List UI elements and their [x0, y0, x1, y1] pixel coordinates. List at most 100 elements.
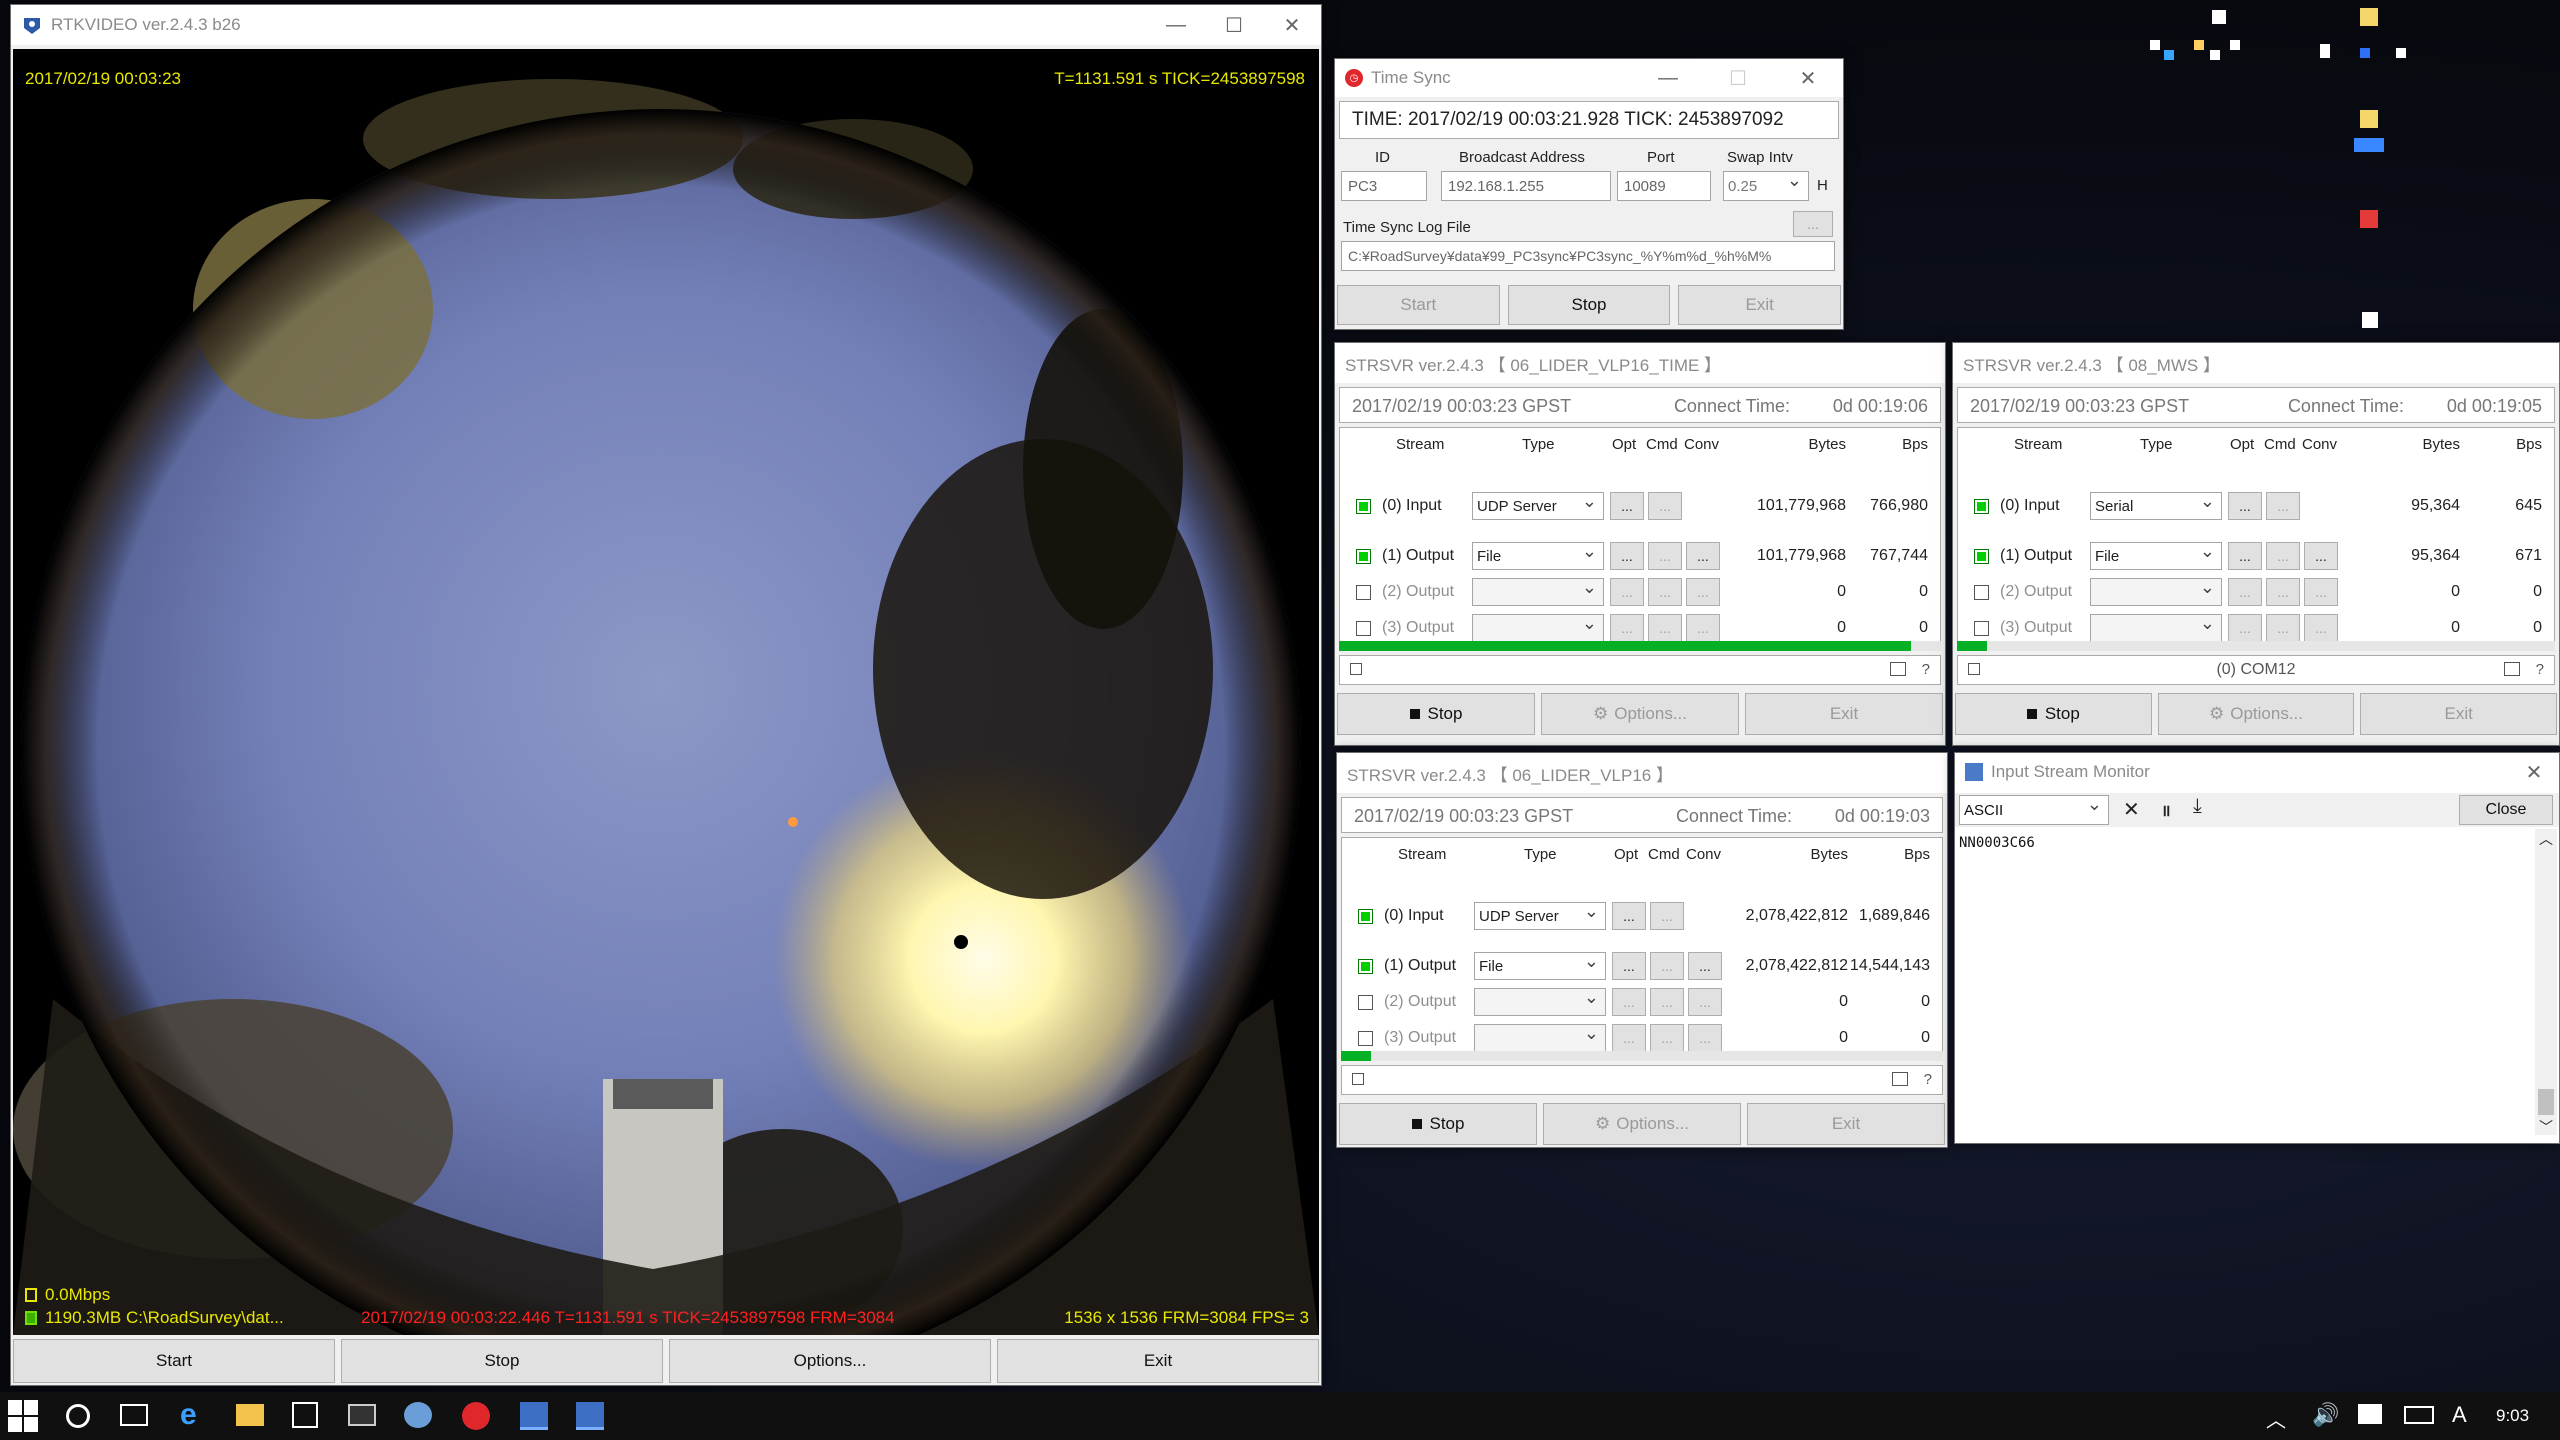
desktop-icon-5[interactable]: [2362, 312, 2378, 328]
minimize-button[interactable]: —: [1147, 5, 1205, 45]
timesync-start-button[interactable]: Start: [1337, 285, 1500, 325]
cmd-button[interactable]: ...: [1648, 492, 1682, 520]
conv-button[interactable]: ...: [2304, 578, 2338, 606]
conv-button[interactable]: ...: [1686, 578, 1720, 606]
close-button[interactable]: ✕: [1773, 59, 1843, 97]
conv-button[interactable]: ...: [2304, 614, 2338, 642]
opt-button[interactable]: ...: [2228, 542, 2262, 570]
timesync-port-field[interactable]: 10089: [1617, 171, 1711, 201]
timesync-id-field[interactable]: PC3: [1341, 171, 1427, 201]
opt-button[interactable]: ...: [1610, 492, 1644, 520]
opt-button[interactable]: ...: [1610, 614, 1644, 642]
strsvr-stop-button[interactable]: Stop: [1337, 693, 1535, 735]
conv-button[interactable]: ...: [1686, 614, 1720, 642]
stream-type-select[interactable]: [1474, 987, 1606, 1016]
stream-type-select[interactable]: [1474, 1023, 1606, 1052]
stream-enable-checkbox[interactable]: [1358, 909, 1373, 924]
minimize-button[interactable]: —: [1633, 59, 1703, 97]
opt-button[interactable]: ...: [1612, 902, 1646, 930]
stream-type-select[interactable]: File: [1472, 541, 1604, 570]
pause-icon[interactable]: ॥: [2161, 799, 2171, 821]
trace-checkbox[interactable]: [1350, 663, 1362, 675]
edge-icon[interactable]: e: [180, 1398, 197, 1432]
terminal-icon[interactable]: [348, 1404, 376, 1426]
strsvr-exit-button[interactable]: Exit: [1747, 1103, 1945, 1145]
stream-enable-checkbox[interactable]: [1974, 585, 1989, 600]
cmd-button[interactable]: ...: [1648, 542, 1682, 570]
exit-button[interactable]: Exit: [997, 1339, 1319, 1383]
strsvr-exit-button[interactable]: Exit: [1745, 693, 1943, 735]
task-view-icon[interactable]: [120, 1404, 148, 1426]
cmd-button[interactable]: ...: [2266, 492, 2300, 520]
stream-enable-checkbox[interactable]: [1356, 585, 1371, 600]
strsvr-titlebar[interactable]: STRSVR ver.2.4.3 【 08_MWS 】: [1953, 343, 2559, 383]
close-button[interactable]: ✕: [2509, 753, 2559, 791]
timesync-titlebar[interactable]: ◷ Time Sync — ☐ ✕: [1335, 59, 1843, 97]
timesync-broadcast-field[interactable]: 192.168.1.255: [1441, 171, 1611, 201]
cmd-button[interactable]: ...: [2266, 578, 2300, 606]
conv-button[interactable]: ...: [1688, 1024, 1722, 1052]
stream-enable-checkbox[interactable]: [1358, 959, 1373, 974]
strsvr-stop-button[interactable]: Stop: [1955, 693, 2152, 735]
strsvr-options-button[interactable]: ⚙ Options...: [2157, 693, 2355, 735]
stream-type-select[interactable]: File: [2090, 541, 2222, 570]
stream-type-select[interactable]: UDP Server: [1472, 491, 1604, 520]
strsvr-options-button[interactable]: ⚙ Options...: [1541, 693, 1739, 735]
cortana-icon[interactable]: [66, 1404, 90, 1428]
stream-type-select[interactable]: [1472, 577, 1604, 606]
cmd-button[interactable]: ...: [1650, 902, 1684, 930]
conv-button[interactable]: ...: [1688, 988, 1722, 1016]
desktop-icon-3[interactable]: [2354, 110, 2400, 160]
tray-chevron-icon[interactable]: ︿: [2266, 1404, 2286, 1433]
stream-enable-checkbox[interactable]: [1358, 1031, 1373, 1046]
opt-button[interactable]: ...: [1610, 542, 1644, 570]
opt-button[interactable]: ...: [2228, 614, 2262, 642]
scroll-thumb[interactable]: [2538, 1089, 2554, 1115]
cmd-button[interactable]: ...: [1648, 614, 1682, 642]
keyboard-icon[interactable]: [2404, 1406, 2434, 1424]
monitor-scrollbar[interactable]: ︿ ﹀: [2535, 829, 2557, 1135]
clock[interactable]: 9:03: [2496, 1406, 2529, 1426]
help-icon[interactable]: ?: [2536, 661, 2544, 678]
opt-button[interactable]: ...: [1612, 952, 1646, 980]
stream-type-select[interactable]: Serial: [2090, 491, 2222, 520]
cmd-button[interactable]: ...: [1650, 952, 1684, 980]
timesync-exit-button[interactable]: Exit: [1678, 285, 1842, 325]
conv-button[interactable]: ...: [2304, 542, 2338, 570]
stream-enable-checkbox[interactable]: [1356, 621, 1371, 636]
rtkvideo-titlebar[interactable]: RTKVIDEO ver.2.4.3 b26 — ☐ ✕: [11, 5, 1321, 45]
window-icon[interactable]: [1892, 1072, 1908, 1086]
strsvr-stop-button[interactable]: Stop: [1339, 1103, 1537, 1145]
start-button[interactable]: Start: [13, 1339, 335, 1383]
strsvr-titlebar[interactable]: STRSVR ver.2.4.3 【 06_LIDER_VLP16 】: [1337, 753, 1947, 793]
stream-type-select[interactable]: [2090, 577, 2222, 606]
scroll-up-icon[interactable]: ︿: [2539, 829, 2553, 849]
window-icon[interactable]: [2504, 662, 2520, 676]
close-button[interactable]: ✕: [1263, 5, 1321, 45]
store-icon[interactable]: [292, 1402, 318, 1428]
monitor-close-button[interactable]: Close: [2459, 795, 2553, 825]
options-button[interactable]: Options...: [669, 1339, 991, 1383]
monitor-titlebar[interactable]: Input Stream Monitor ✕: [1955, 753, 2559, 791]
timesync-swap-select[interactable]: 0.25: [1723, 170, 1809, 201]
desktop-icon-cluster[interactable]: [2150, 10, 2270, 80]
timesync-log-field[interactable]: C:¥RoadSurvey¥data¥99_PC3sync¥PC3sync_%Y…: [1341, 241, 1835, 271]
window-icon[interactable]: [1890, 662, 1906, 676]
notifications-icon[interactable]: [2358, 1404, 2382, 1424]
stream-type-select[interactable]: UDP Server: [1474, 901, 1606, 930]
cmd-button[interactable]: ...: [1650, 1024, 1684, 1052]
rtkvideo-taskbar-icon[interactable]: [576, 1402, 604, 1430]
opt-button[interactable]: ...: [1612, 1024, 1646, 1052]
cmd-button[interactable]: ...: [1650, 988, 1684, 1016]
conv-button[interactable]: ...: [1686, 542, 1720, 570]
timesync-log-browse-button[interactable]: ...: [1793, 211, 1833, 237]
help-icon[interactable]: ?: [1922, 661, 1930, 678]
monitor-format-select[interactable]: ASCII: [1959, 794, 2109, 825]
paint-icon[interactable]: [404, 1402, 432, 1428]
scroll-down-icon[interactable]: ﹀: [2539, 1117, 2553, 1137]
opt-button[interactable]: ...: [2228, 578, 2262, 606]
stop-button[interactable]: Stop: [341, 1339, 663, 1383]
stream-enable-checkbox[interactable]: [1974, 549, 1989, 564]
clear-icon[interactable]: ✕: [2123, 797, 2140, 822]
file-explorer-icon[interactable]: [236, 1404, 264, 1426]
